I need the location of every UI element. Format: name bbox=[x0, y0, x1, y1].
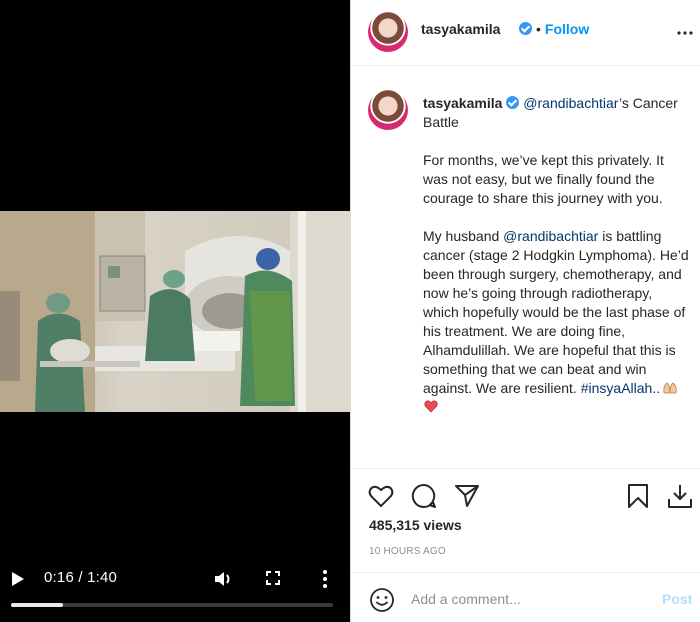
separator-dot: • bbox=[536, 21, 541, 37]
post-timestamp[interactable]: 10 HOURS AGO bbox=[369, 546, 446, 557]
play-icon[interactable] bbox=[11, 571, 25, 587]
caption-para2-body: is battling cancer (stage 2 Hodgkin Lymp… bbox=[423, 228, 689, 396]
post-comment-button[interactable]: Post bbox=[662, 591, 692, 607]
more-vertical-icon[interactable] bbox=[321, 569, 329, 589]
comment-bar: Post bbox=[351, 572, 700, 622]
verified-badge-icon bbox=[519, 22, 532, 35]
video-frame[interactable] bbox=[0, 211, 350, 412]
video-time: 0:16 / 1:40 bbox=[44, 569, 117, 586]
avatar[interactable] bbox=[368, 12, 408, 52]
more-horizontal-icon[interactable] bbox=[677, 25, 693, 41]
time-separator: / bbox=[74, 569, 88, 586]
caption-author[interactable]: tasyakamila bbox=[423, 95, 502, 111]
caption-mention[interactable]: @randibachtiar bbox=[503, 228, 598, 244]
caption-paragraph-1: For months, we’ve kept this privately. I… bbox=[423, 152, 664, 206]
duration: 1:40 bbox=[87, 569, 118, 586]
verified-badge-icon bbox=[506, 96, 520, 109]
action-bar bbox=[351, 468, 700, 516]
comment-icon[interactable] bbox=[411, 483, 437, 509]
video-progress-bar[interactable] bbox=[11, 603, 333, 607]
caption-paragraph-2: My husband @randibachtiar is battling ca… bbox=[423, 227, 691, 417]
bookmark-icon[interactable] bbox=[625, 483, 651, 509]
author-username[interactable]: tasyakamila bbox=[421, 21, 500, 37]
follow-group: • Follow bbox=[515, 21, 589, 37]
caption-avatar[interactable] bbox=[368, 90, 408, 130]
view-count[interactable]: 485,315 views bbox=[369, 517, 462, 533]
praying-hands-emoji bbox=[663, 382, 677, 394]
current-time: 0:16 bbox=[44, 569, 74, 586]
video-controls: 0:16 / 1:40 bbox=[0, 560, 350, 622]
caption-para2-prefix: My husband bbox=[423, 228, 504, 244]
post-header: tasyakamila • Follow bbox=[351, 0, 700, 66]
post-sidebar: tasyakamila • Follow tasyakamila @randiba… bbox=[350, 0, 700, 622]
video-progress-fill bbox=[11, 603, 63, 607]
caption-area: tasyakamila @randibachtiar’s Cancer Batt… bbox=[351, 66, 700, 468]
video-player[interactable]: 0:16 / 1:40 bbox=[0, 0, 350, 622]
volume-icon[interactable] bbox=[213, 569, 233, 589]
share-icon[interactable] bbox=[454, 483, 480, 509]
video-still-image bbox=[0, 211, 350, 412]
fullscreen-icon[interactable] bbox=[266, 571, 280, 585]
caption-title-mention[interactable]: @randibachtiar bbox=[523, 95, 619, 111]
caption-hashtag[interactable]: #insyaAllah.. bbox=[581, 380, 660, 396]
download-icon[interactable] bbox=[667, 483, 693, 509]
heart-icon[interactable] bbox=[368, 483, 394, 509]
caption-text: tasyakamila @randibachtiar’s Cancer Batt… bbox=[423, 94, 691, 417]
comment-input[interactable] bbox=[411, 587, 641, 611]
follow-button[interactable]: Follow bbox=[545, 21, 589, 37]
smiley-icon[interactable] bbox=[369, 587, 395, 613]
red-heart-emoji bbox=[424, 400, 438, 413]
